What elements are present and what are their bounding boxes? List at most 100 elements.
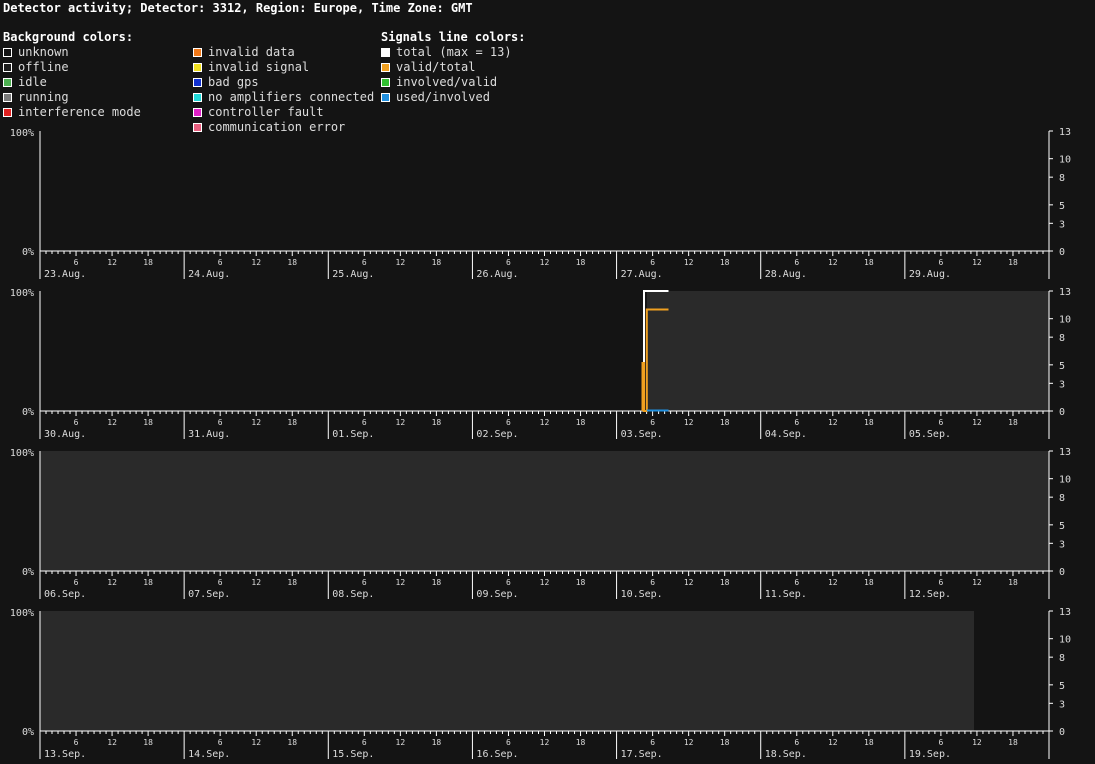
day-label: 29.Aug. <box>909 269 951 280</box>
right-axis-tick-label: 0 <box>1059 567 1065 578</box>
day-label: 05.Sep. <box>909 429 951 440</box>
hour-tick-label: 12 <box>684 418 694 427</box>
hour-tick-label: 12 <box>396 418 406 427</box>
hour-tick-label: 12 <box>828 418 838 427</box>
right-axis-tick-label: 3 <box>1059 379 1065 390</box>
right-axis-tick-label: 0 <box>1059 247 1065 258</box>
day-label: 15.Sep. <box>332 749 374 760</box>
hour-tick-label: 18 <box>864 258 874 267</box>
right-axis-tick-label: 3 <box>1059 699 1065 710</box>
hour-tick-label: 18 <box>432 738 442 747</box>
hour-tick-label: 12 <box>684 578 694 587</box>
day-label: 03.Sep. <box>621 429 663 440</box>
day-label: 04.Sep. <box>765 429 807 440</box>
left-axis-label-top: 100% <box>10 288 34 299</box>
left-axis-label-bottom: 0% <box>22 567 34 578</box>
hour-tick-label: 18 <box>720 258 730 267</box>
hour-tick-label: 12 <box>972 578 982 587</box>
hour-tick-label: 12 <box>972 258 982 267</box>
hour-tick-label: 6 <box>506 738 511 747</box>
day-label: 18.Sep. <box>765 749 807 760</box>
hour-tick-label: 18 <box>720 418 730 427</box>
right-axis-tick-label: 10 <box>1059 635 1071 646</box>
hour-tick-label: 12 <box>828 738 838 747</box>
running-span <box>646 291 1049 411</box>
hour-tick-label: 6 <box>506 578 511 587</box>
hour-tick-label: 18 <box>720 738 730 747</box>
hour-tick-label: 6 <box>650 738 655 747</box>
hour-tick-label: 18 <box>864 578 874 587</box>
day-label: 19.Sep. <box>909 749 951 760</box>
right-axis-tick-label: 13 <box>1059 607 1071 618</box>
right-axis-tick-label: 13 <box>1059 447 1071 458</box>
hour-tick-label: 6 <box>74 578 79 587</box>
day-label: 09.Sep. <box>476 589 518 600</box>
hour-tick-label: 12 <box>251 258 261 267</box>
right-axis-tick-label: 5 <box>1059 521 1065 532</box>
day-label: 06.Sep. <box>44 589 86 600</box>
day-label: 01.Sep. <box>332 429 374 440</box>
running-span <box>40 611 975 731</box>
hour-tick-label: 6 <box>938 418 943 427</box>
left-axis-label-bottom: 0% <box>22 727 34 738</box>
day-label: 10.Sep. <box>621 589 663 600</box>
hour-tick-label: 12 <box>684 258 694 267</box>
right-axis-tick-label: 0 <box>1059 407 1065 418</box>
day-label: 17.Sep. <box>621 749 663 760</box>
hour-tick-label: 6 <box>506 258 511 267</box>
hour-tick-label: 18 <box>143 258 153 267</box>
hour-tick-label: 6 <box>938 578 943 587</box>
hour-tick-label: 6 <box>74 258 79 267</box>
right-axis-tick-label: 3 <box>1059 219 1065 230</box>
hour-tick-label: 12 <box>684 738 694 747</box>
hour-tick-label: 12 <box>972 738 982 747</box>
hour-tick-label: 18 <box>287 258 297 267</box>
right-axis-tick-label: 8 <box>1059 173 1065 184</box>
right-axis-tick-label: 10 <box>1059 475 1071 486</box>
hour-tick-label: 18 <box>143 418 153 427</box>
day-label: 14.Sep. <box>188 749 230 760</box>
hour-tick-label: 18 <box>576 738 586 747</box>
day-label: 28.Aug. <box>765 269 807 280</box>
hour-tick-label: 6 <box>362 578 367 587</box>
right-axis-tick-label: 8 <box>1059 653 1065 664</box>
day-label: 26.Aug. <box>476 269 518 280</box>
hour-tick-label: 18 <box>864 738 874 747</box>
hour-tick-label: 18 <box>143 738 153 747</box>
hour-tick-label: 12 <box>540 738 550 747</box>
right-axis-tick-label: 5 <box>1059 361 1065 372</box>
day-label: 16.Sep. <box>476 749 518 760</box>
hour-tick-label: 6 <box>218 418 223 427</box>
hour-tick-label: 12 <box>107 258 117 267</box>
hour-tick-label: 6 <box>362 738 367 747</box>
hour-tick-label: 6 <box>218 258 223 267</box>
right-axis-tick-label: 5 <box>1059 201 1065 212</box>
hour-tick-label: 6 <box>74 738 79 747</box>
hour-tick-label: 12 <box>540 578 550 587</box>
hour-tick-label: 18 <box>432 418 442 427</box>
hour-tick-label: 18 <box>432 258 442 267</box>
left-axis-label-top: 100% <box>10 608 34 619</box>
hour-tick-label: 12 <box>251 738 261 747</box>
hour-tick-label: 12 <box>396 258 406 267</box>
hour-tick-label: 6 <box>218 738 223 747</box>
right-axis-tick-label: 8 <box>1059 493 1065 504</box>
day-label: 08.Sep. <box>332 589 374 600</box>
hour-tick-label: 18 <box>1008 578 1018 587</box>
hour-tick-label: 6 <box>794 738 799 747</box>
hour-tick-label: 12 <box>251 418 261 427</box>
right-axis-tick-label: 13 <box>1059 287 1071 298</box>
hour-tick-label: 18 <box>720 578 730 587</box>
hour-tick-label: 18 <box>1008 258 1018 267</box>
hour-tick-label: 18 <box>143 578 153 587</box>
hour-tick-label: 18 <box>287 578 297 587</box>
hour-tick-label: 6 <box>362 418 367 427</box>
hour-tick-label: 18 <box>576 258 586 267</box>
right-axis-tick-label: 0 <box>1059 727 1065 738</box>
hour-tick-label: 12 <box>107 738 117 747</box>
hour-tick-label: 18 <box>576 578 586 587</box>
hour-tick-label: 18 <box>287 738 297 747</box>
right-axis-tick-label: 13 <box>1059 127 1071 138</box>
hour-tick-label: 6 <box>938 738 943 747</box>
hour-tick-label: 12 <box>396 578 406 587</box>
